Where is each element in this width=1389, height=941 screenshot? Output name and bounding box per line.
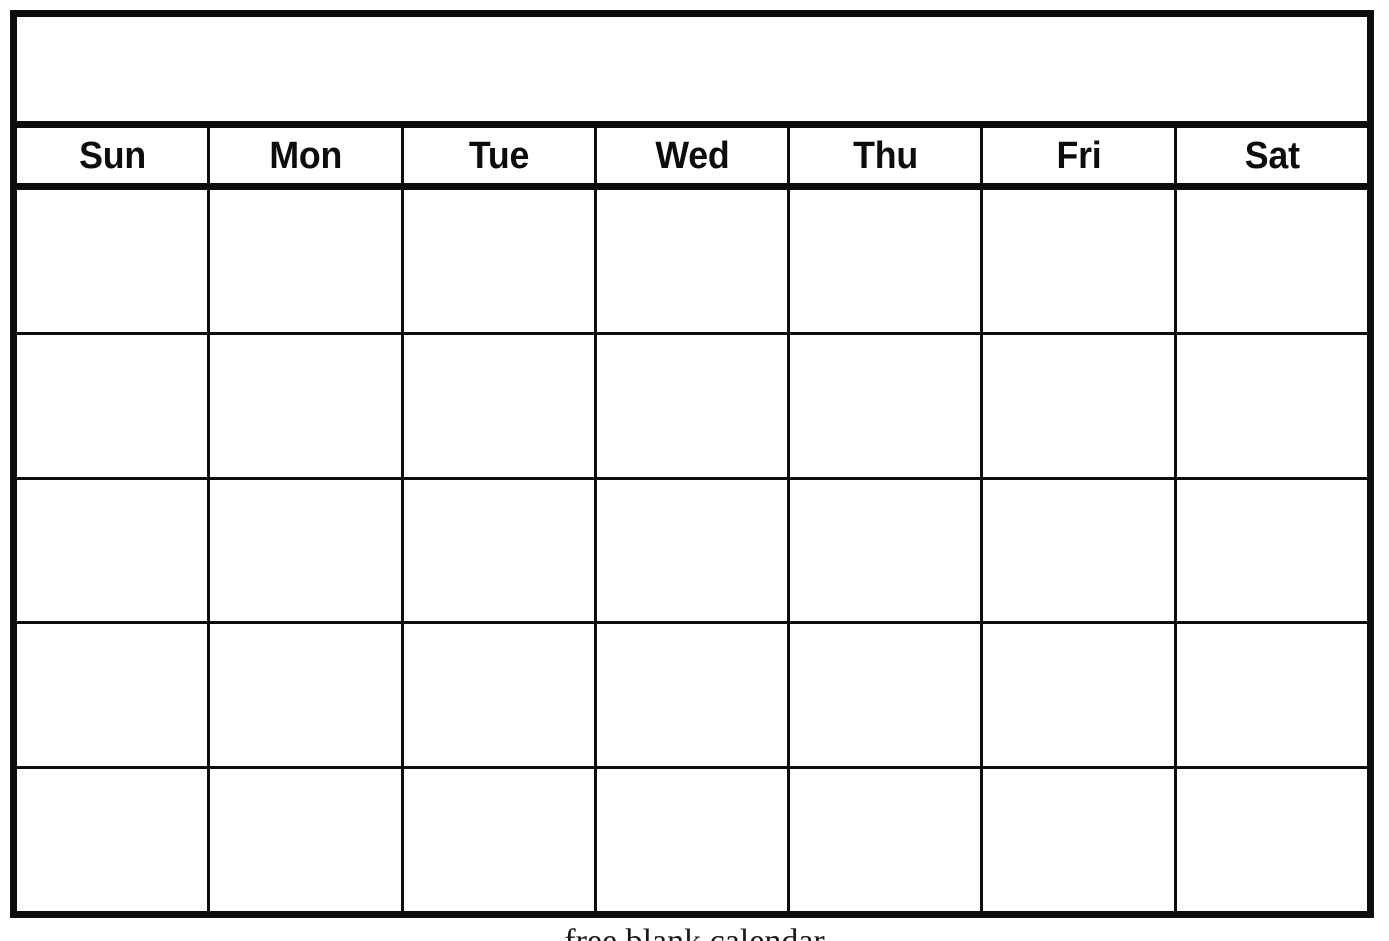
day-cell[interactable] xyxy=(17,769,211,911)
weekday-cell-thu: Thu xyxy=(790,128,984,183)
day-cell[interactable] xyxy=(17,190,211,332)
day-cell[interactable] xyxy=(210,479,404,622)
day-cell[interactable] xyxy=(790,769,984,911)
calendar-grid-body xyxy=(17,190,1367,911)
weekday-label-wed: Wed xyxy=(654,134,730,177)
day-cell[interactable] xyxy=(596,190,791,332)
week-row xyxy=(17,479,1367,625)
day-cell[interactable] xyxy=(210,334,404,477)
day-cell[interactable] xyxy=(790,624,984,767)
day-cell[interactable] xyxy=(983,624,1177,767)
weekday-cell-fri: Fri xyxy=(983,128,1177,183)
day-cell[interactable] xyxy=(403,334,597,477)
day-cell[interactable] xyxy=(1176,334,1367,477)
day-cell[interactable] xyxy=(403,190,597,332)
day-cell[interactable] xyxy=(17,334,211,477)
day-cell[interactable] xyxy=(1176,624,1367,767)
day-cell[interactable] xyxy=(983,190,1177,332)
calendar-title-banner[interactable] xyxy=(17,17,1367,128)
day-cell[interactable] xyxy=(596,769,791,911)
week-row xyxy=(17,624,1367,770)
weekday-label-mon: Mon xyxy=(268,134,342,177)
weekday-label-sat: Sat xyxy=(1244,134,1300,177)
week-row xyxy=(17,769,1367,911)
weekday-cell-wed: Wed xyxy=(596,128,791,183)
week-row xyxy=(17,334,1367,480)
calendar-page: Sun Mon Tue Wed Thu Fri Sat xyxy=(0,0,1389,941)
bottom-caption: free blank calendar xyxy=(0,925,1389,941)
day-cell[interactable] xyxy=(403,769,597,911)
day-cell[interactable] xyxy=(983,769,1177,911)
week-row xyxy=(17,190,1367,335)
day-cell[interactable] xyxy=(403,624,597,767)
day-cell[interactable] xyxy=(210,769,404,911)
weekday-label-sun: Sun xyxy=(78,134,146,177)
day-cell[interactable] xyxy=(596,624,791,767)
day-cell[interactable] xyxy=(1176,190,1367,332)
weekday-cell-mon: Mon xyxy=(210,128,404,183)
day-cell[interactable] xyxy=(1176,479,1367,622)
day-cell[interactable] xyxy=(17,479,211,622)
day-cell[interactable] xyxy=(790,479,984,622)
weekday-cell-sat: Sat xyxy=(1176,128,1367,183)
day-cell[interactable] xyxy=(210,624,404,767)
weekday-header-row: Sun Mon Tue Wed Thu Fri Sat xyxy=(17,128,1367,190)
day-cell[interactable] xyxy=(210,190,404,332)
day-cell[interactable] xyxy=(983,334,1177,477)
day-cell[interactable] xyxy=(790,334,984,477)
day-cell[interactable] xyxy=(1176,769,1367,911)
weekday-cell-sun: Sun xyxy=(17,128,211,183)
weekday-label-tue: Tue xyxy=(468,134,529,177)
calendar-frame: Sun Mon Tue Wed Thu Fri Sat xyxy=(10,10,1374,918)
weekday-cell-tue: Tue xyxy=(403,128,597,183)
day-cell[interactable] xyxy=(983,479,1177,622)
day-cell[interactable] xyxy=(790,190,984,332)
day-cell[interactable] xyxy=(596,479,791,622)
weekday-label-fri: Fri xyxy=(1056,134,1102,177)
day-cell[interactable] xyxy=(403,479,597,622)
day-cell[interactable] xyxy=(596,334,791,477)
day-cell[interactable] xyxy=(17,624,211,767)
weekday-label-thu: Thu xyxy=(852,134,918,177)
bottom-caption-text: free blank calendar xyxy=(564,925,825,941)
